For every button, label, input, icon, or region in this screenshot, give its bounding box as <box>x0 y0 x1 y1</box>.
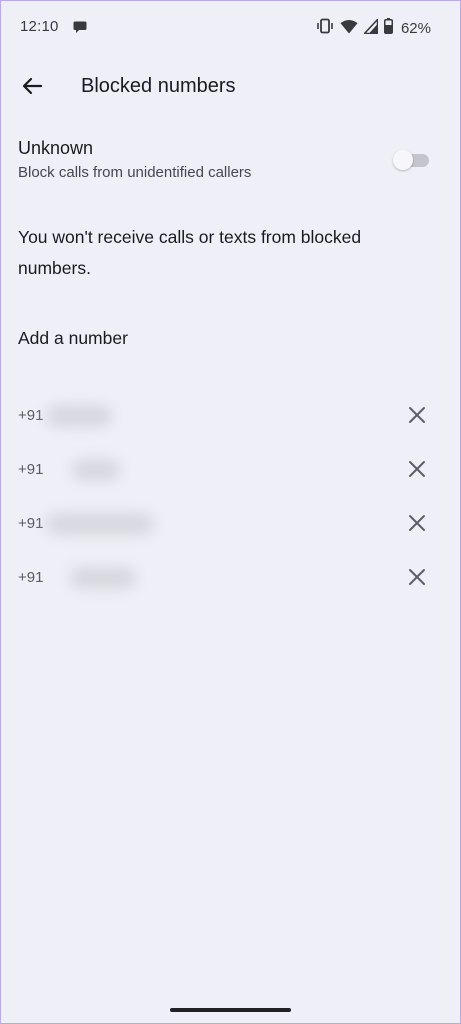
close-icon <box>408 460 426 483</box>
blocked-number-row: +91 <box>0 552 461 606</box>
blocked-number-row: +91 <box>0 498 461 552</box>
redacted-number <box>46 513 154 535</box>
message-icon <box>73 20 87 39</box>
status-icons: 62% <box>316 17 431 39</box>
remove-number-button[interactable] <box>405 513 429 537</box>
blocked-number-row: +91 <box>0 444 461 498</box>
remove-number-button[interactable] <box>405 567 429 591</box>
back-button[interactable] <box>14 70 50 106</box>
country-code: +91 <box>18 461 44 478</box>
unknown-callers-toggle[interactable] <box>393 150 431 170</box>
app-bar: Blocked numbers <box>0 62 461 110</box>
close-icon <box>408 568 426 591</box>
wifi-icon <box>340 19 358 39</box>
vibrate-icon <box>316 18 334 39</box>
close-icon <box>408 406 426 429</box>
add-number-button[interactable]: Add a number <box>18 328 128 349</box>
status-bar: 12:10 62% <box>0 0 461 56</box>
blocked-info-text: You won't receive calls or texts from bl… <box>18 227 362 278</box>
country-code: +91 <box>18 569 44 586</box>
redacted-number <box>72 459 120 481</box>
battery-icon <box>383 18 393 39</box>
blocked-number-row: +91 <box>0 390 461 444</box>
redacted-number <box>46 405 112 427</box>
toggle-thumb <box>393 150 413 170</box>
remove-number-button[interactable] <box>405 405 429 429</box>
remove-number-button[interactable] <box>405 459 429 483</box>
blocked-numbers-list: +91 +91 +91 +91 <box>0 390 461 606</box>
status-time: 12:10 <box>20 18 59 35</box>
back-arrow-icon <box>21 75 43 102</box>
setting-subtitle: Block calls from unidentified callers <box>18 164 252 181</box>
redacted-number <box>70 567 136 589</box>
close-icon <box>408 514 426 537</box>
page-title: Blocked numbers <box>81 75 236 97</box>
country-code: +91 <box>18 407 44 424</box>
country-code: +91 <box>18 515 44 532</box>
unknown-callers-setting[interactable]: Unknown Block calls from unidentified ca… <box>0 136 461 190</box>
setting-title: Unknown <box>18 138 94 158</box>
home-indicator[interactable] <box>170 1008 291 1012</box>
battery-percentage: 62% <box>400 20 431 37</box>
cell-signal-icon <box>362 17 379 39</box>
